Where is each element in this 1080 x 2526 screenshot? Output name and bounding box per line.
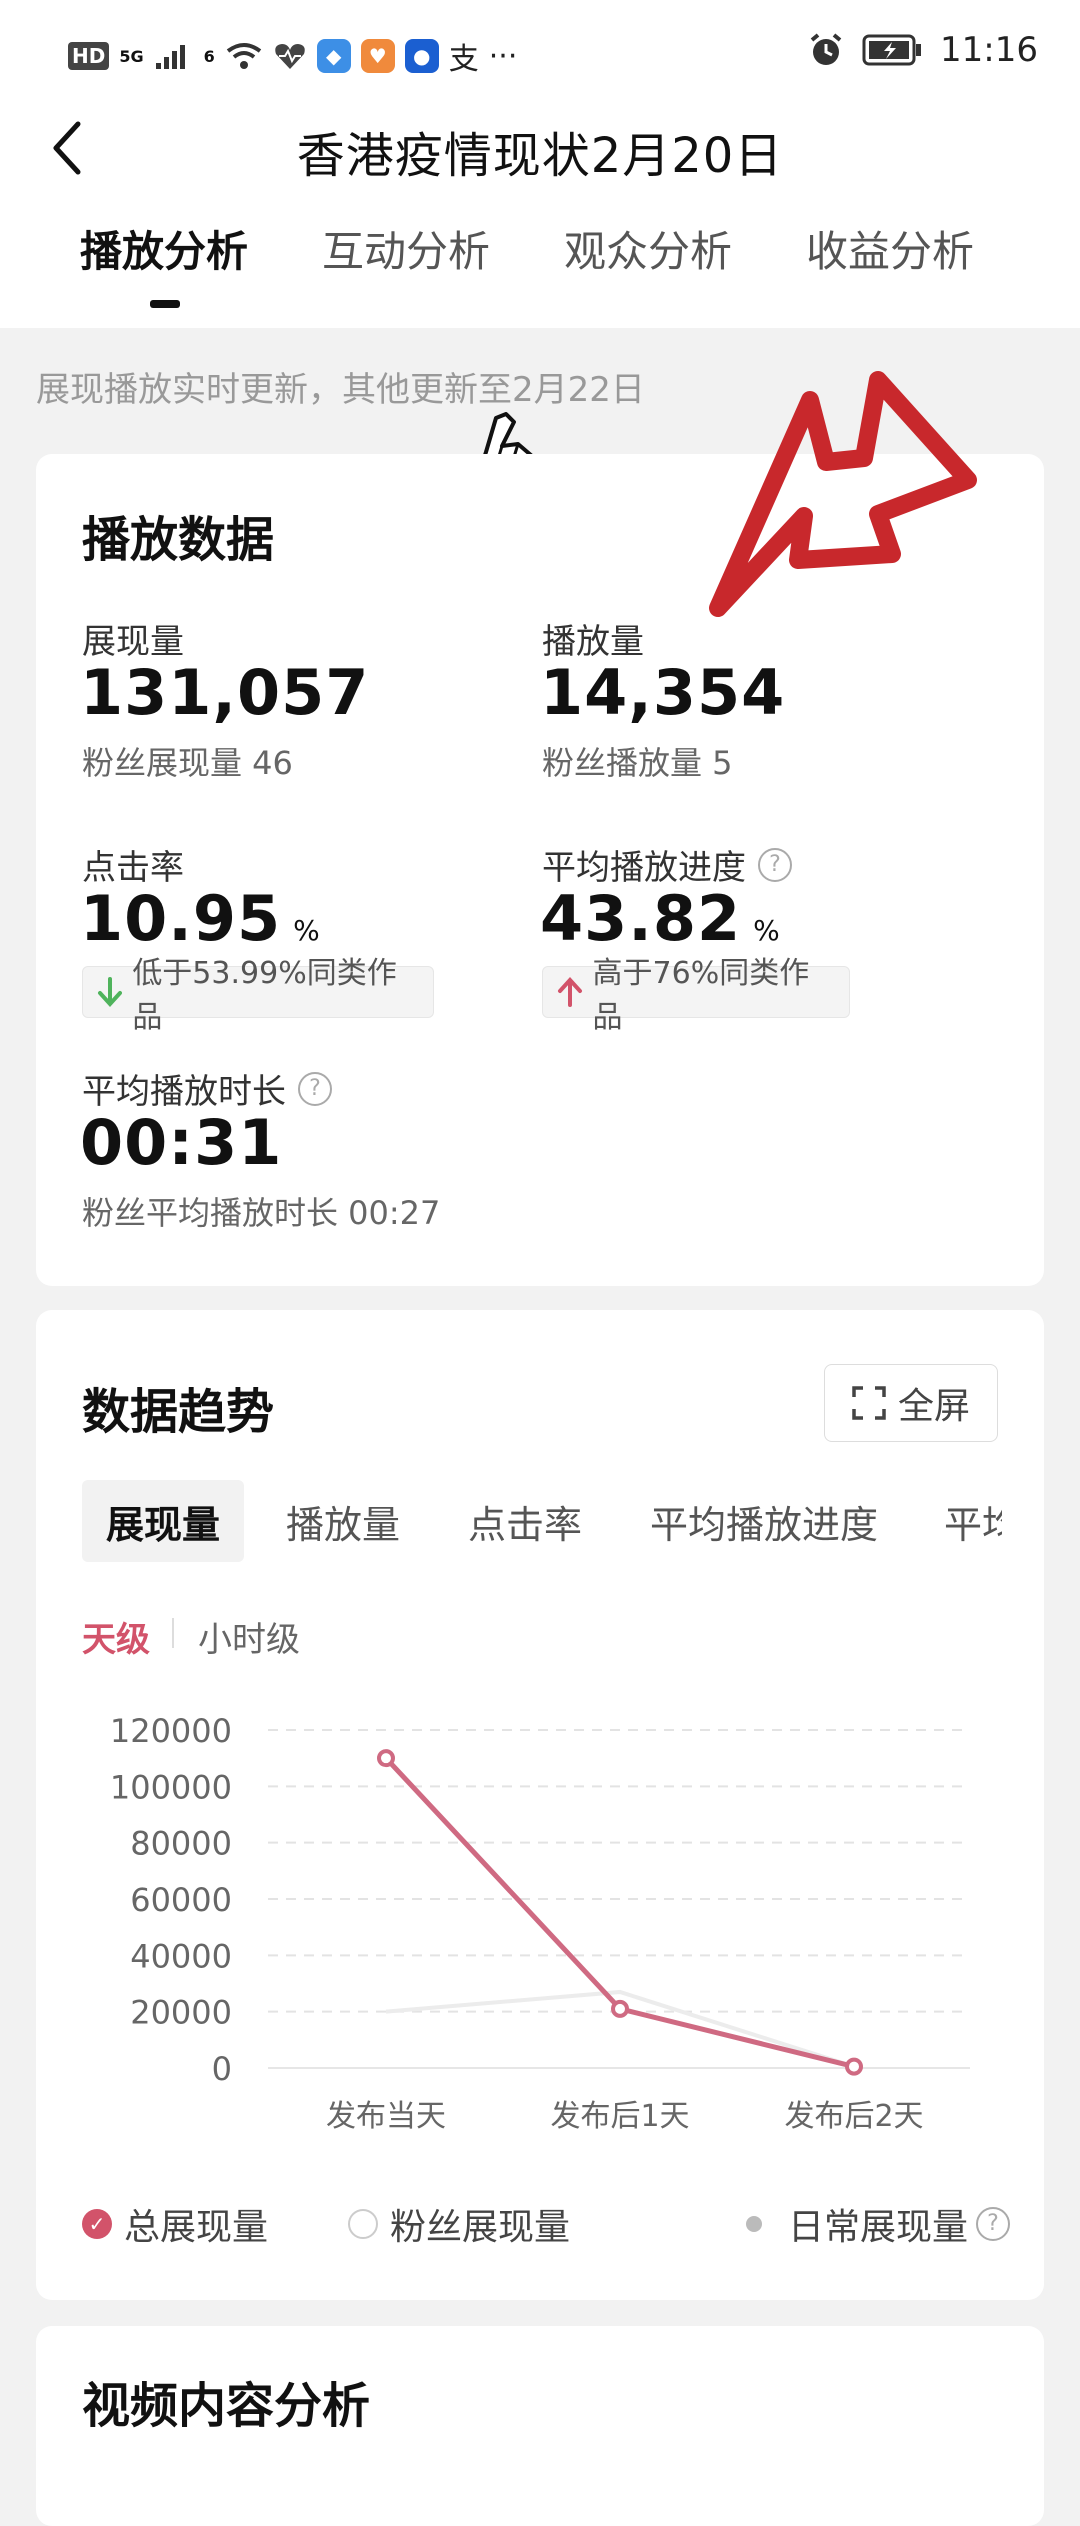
alipay-char: 支 [448, 42, 479, 77]
legend-daily[interactable]: 日常展现量 ? [746, 2198, 1011, 2250]
content-analysis-title: 视频内容分析 [82, 2378, 371, 2434]
metric-tab-progress[interactable]: 平均播放进度 [650, 1480, 878, 1562]
clock: 11:16 [940, 30, 1038, 70]
fan-duration: 粉丝平均播放时长 00:27 [82, 1194, 441, 1232]
legend-daily-label: 日常展现量 [788, 2207, 969, 2248]
wifi-6-label: 6 [203, 46, 215, 66]
y-tick-label: 120000 [110, 1712, 232, 1750]
ctr-value: 10.95 [80, 882, 282, 955]
app-bulb-icon: ● [404, 39, 439, 73]
alarm-icon [810, 33, 842, 65]
ctr-compare-badge: 低于53.99%同类作品 [82, 956, 434, 1035]
progress-compare-badge: 高于76%同类作品 [542, 956, 850, 1035]
grey-dot-icon [746, 2216, 762, 2232]
y-tick-label: 20000 [130, 1994, 232, 2032]
metric-tab-duration[interactable]: 平均播放时长 [944, 1480, 1002, 1562]
tab-revenue-analysis[interactable]: 收益分析 [806, 218, 974, 279]
y-tick-label: 0 [212, 2050, 232, 2088]
metric-tabs: 展现量 播放量 点击率 平均播放进度 平均播放时长 [82, 1480, 1002, 1562]
more-notifications: ··· [488, 38, 518, 74]
battery-icon [862, 34, 921, 66]
legend-fans[interactable]: 粉丝展现量 [348, 2198, 570, 2250]
series-line [384, 1756, 855, 2070]
help-icon[interactable]: ? [758, 847, 792, 882]
data-point [611, 1999, 629, 2018]
arrow-up-icon [558, 977, 582, 1007]
status-bar-right: 11:16 [808, 30, 1038, 70]
progress-value: 43.82 [540, 882, 742, 955]
tab-audience-analysis[interactable]: 观众分析 [564, 218, 732, 279]
fan-plays: 粉丝播放量 5 [542, 744, 733, 782]
granularity-divider [172, 1618, 174, 1648]
play-data-title: 播放数据 [82, 512, 275, 568]
x-tick-label: 发布后2天 [784, 2099, 923, 2134]
tab-interaction-analysis[interactable]: 互动分析 [322, 218, 490, 279]
metric-tab-impressions[interactable]: 展现量 [82, 1480, 245, 1562]
progress-unit: % [753, 914, 780, 947]
page-title: 香港疫情现状2月20日 [296, 128, 784, 184]
signal-icon [155, 45, 185, 69]
legend-total[interactable]: ✓ 总展现量 [82, 2198, 268, 2250]
ctr-unit: % [293, 914, 320, 947]
ctr-compare-text: 低于53.99%同类作品 [132, 956, 397, 1035]
legend-fans-label: 粉丝展现量 [390, 2207, 571, 2248]
fullscreen-label: 全屏 [897, 1386, 970, 1427]
metric-tab-plays[interactable]: 播放量 [286, 1480, 400, 1562]
x-tick-label: 发布后1天 [550, 2099, 689, 2134]
ctr-value-group: 10.95 % [80, 882, 320, 955]
legend-total-label: 总展现量 [124, 2207, 269, 2248]
y-tick-label: 60000 [130, 1881, 232, 1919]
hd-badge: HD [68, 42, 110, 70]
duration-value: 00:31 [80, 1106, 283, 1179]
app-orange-icon: ♥ [360, 39, 395, 73]
granularity-hour[interactable]: 小时级 [198, 1612, 300, 1661]
update-notice: 展现播放实时更新，其他更新至2月22日 [36, 370, 645, 410]
help-icon[interactable]: ? [298, 1071, 332, 1106]
tab-indicator [150, 300, 180, 308]
y-tick-label: 100000 [110, 1768, 232, 1806]
trend-chart: 0 20000 40000 60000 80000 100000 120000 发布当天 发布后… [110, 1712, 970, 2134]
fullscreen-icon [852, 1386, 886, 1420]
plays-value: 14,354 [540, 656, 786, 729]
metric-tab-ctr[interactable]: 点击率 [468, 1480, 582, 1562]
unchecked-icon [348, 2209, 378, 2239]
fan-impressions: 粉丝展现量 46 [82, 744, 293, 782]
help-icon[interactable]: ? [976, 2207, 1011, 2241]
tab-play-analysis[interactable]: 播放分析 [80, 218, 248, 279]
app-blue-icon: ◆ [316, 39, 351, 73]
data-point [845, 2057, 863, 2076]
trend-title: 数据趋势 [82, 1384, 275, 1440]
checked-icon: ✓ [82, 2209, 112, 2239]
granularity-day[interactable]: 天级 [82, 1612, 150, 1661]
progress-value-group: 43.82 % [540, 882, 780, 955]
data-point [377, 1749, 395, 1768]
arrow-down-icon [98, 977, 122, 1007]
status-bar-left: HD 5G 6 ◆ ♥ ● 支 ··· [68, 34, 517, 78]
fullscreen-button[interactable]: 全屏 [824, 1364, 998, 1442]
red-arrow-annotation [709, 371, 977, 617]
health-heart-icon [275, 44, 305, 69]
progress-compare-text: 高于76%同类作品 [592, 956, 810, 1035]
y-tick-label: 40000 [130, 1937, 232, 1975]
wifi-icon [226, 43, 261, 69]
5g-label: 5G [119, 46, 144, 66]
y-tick-label: 80000 [130, 1825, 232, 1863]
impressions-value: 131,057 [80, 656, 370, 729]
x-tick-label: 发布当天 [326, 2099, 446, 2134]
